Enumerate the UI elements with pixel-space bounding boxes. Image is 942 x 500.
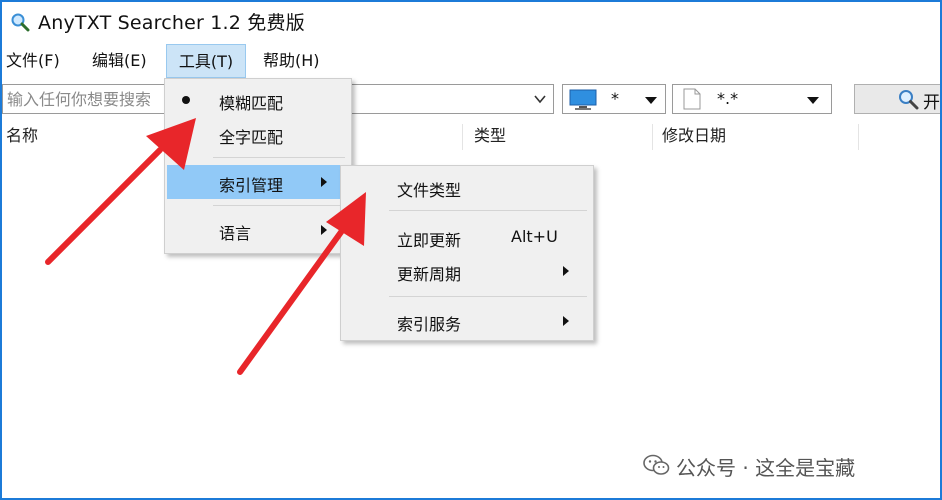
menu-bar: 文件(F) 编辑(E) 工具(T) 帮助(H) — [2, 44, 940, 78]
chevron-down-icon[interactable] — [533, 92, 547, 106]
menu-item-fuzzy-match[interactable]: 模糊匹配 — [167, 83, 349, 117]
menu-separator — [389, 296, 587, 297]
menu-separator — [213, 205, 345, 206]
search-icon — [899, 90, 919, 110]
location-combo[interactable]: * — [562, 84, 666, 114]
document-icon — [683, 88, 701, 110]
menu-file[interactable]: 文件(F) — [4, 44, 62, 78]
menu-item-language[interactable]: 语言 — [167, 213, 349, 247]
submenu-arrow-icon — [563, 266, 569, 276]
menu-item-label: 更新周期 — [397, 265, 462, 284]
menu-item-label: 模糊匹配 — [219, 94, 284, 113]
check-dot-icon — [182, 96, 190, 104]
menu-item-label: 语言 — [219, 224, 252, 243]
menu-item-update-now[interactable]: 立即更新 Alt+U — [343, 220, 591, 254]
menu-item-index-service[interactable]: 索引服务 — [343, 304, 591, 338]
submenu-arrow-icon — [563, 316, 569, 326]
menu-separator — [389, 210, 587, 211]
window-title: AnyTXT Searcher 1.2 免费版 — [38, 12, 305, 34]
dropdown-arrow-icon[interactable] — [645, 97, 657, 104]
index-submenu: 文件类型 立即更新 Alt+U 更新周期 索引服务 — [340, 165, 594, 341]
menu-tools[interactable]: 工具(T) — [166, 44, 246, 78]
column-type[interactable]: 类型 — [474, 120, 506, 154]
menu-edit[interactable]: 编辑(E) — [90, 44, 149, 78]
toolbar: * *.* 开 — [2, 82, 940, 118]
column-divider[interactable] — [462, 124, 463, 150]
results-header: 名称 类型 修改日期 — [2, 120, 860, 154]
search-button-label: 开 — [923, 93, 940, 113]
menu-item-index-management[interactable]: 索引管理 — [167, 165, 349, 199]
wechat-icon — [643, 454, 670, 475]
menu-item-label: 索引管理 — [219, 176, 284, 195]
menu-item-file-types[interactable]: 文件类型 — [343, 170, 591, 204]
tools-menu: 模糊匹配 全字匹配 索引管理 语言 — [164, 78, 352, 254]
location-value: * — [611, 89, 619, 108]
title-bar: AnyTXT Searcher 1.2 免费版 — [2, 2, 940, 40]
search-button[interactable]: 开 — [854, 84, 940, 114]
column-modified[interactable]: 修改日期 — [662, 120, 726, 154]
dropdown-arrow-icon[interactable] — [807, 97, 819, 104]
menu-item-update-cycle[interactable]: 更新周期 — [343, 254, 591, 288]
column-divider[interactable] — [858, 124, 859, 150]
menu-item-shortcut: Alt+U — [511, 227, 558, 246]
search-icon — [11, 13, 30, 32]
menu-item-label: 文件类型 — [397, 181, 462, 200]
menu-item-label: 全字匹配 — [219, 128, 284, 147]
column-name[interactable]: 名称 — [6, 120, 38, 154]
column-divider[interactable] — [652, 124, 653, 150]
submenu-arrow-icon — [321, 177, 327, 187]
filetype-value: *.* — [717, 89, 739, 108]
menu-item-label: 索引服务 — [397, 315, 462, 334]
menu-item-label: 立即更新 — [397, 231, 462, 250]
filetype-combo[interactable]: *.* — [672, 84, 832, 114]
submenu-arrow-icon — [321, 225, 327, 235]
menu-help[interactable]: 帮助(H) — [261, 44, 322, 78]
menu-item-whole-word-match[interactable]: 全字匹配 — [167, 117, 349, 151]
watermark-text: 公众号 · 这全是宝藏 — [676, 456, 856, 480]
menu-separator — [213, 157, 345, 158]
monitor-icon — [569, 89, 597, 110]
